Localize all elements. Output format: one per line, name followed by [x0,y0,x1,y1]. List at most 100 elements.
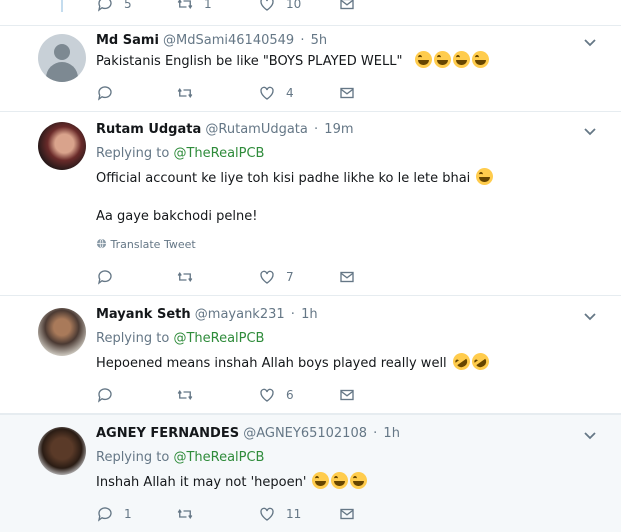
rofl-emoji [468,349,493,374]
chevron-down-icon[interactable] [583,36,597,50]
timestamp[interactable]: 19m [324,122,353,137]
retweet-button[interactable] [176,83,194,103]
retweet-icon [177,88,193,98]
tweet-header: Rutam Udgata @RutamUdgata · 19m [96,122,354,137]
joy-emoji [471,51,489,68]
retweet-icon [177,0,193,9]
tweet-actions: 6 [96,385,396,405]
like-button[interactable]: 6 [258,385,294,405]
replying-to: Replying to @TheRealPCB [96,146,265,161]
reply-button[interactable]: 1 [96,504,132,524]
like-count: 7 [286,270,294,284]
tweet[interactable]: Md Sami @MdSami46140549 · 5h Pakistanis … [0,26,621,112]
joy-emoji [331,472,349,489]
avatar[interactable] [38,34,86,82]
retweet-icon [177,272,193,282]
reply-icon [97,86,112,101]
replying-to: Replying to @TheRealPCB [96,450,265,465]
tweet[interactable]: AGNEY FERNANDES @AGNEY65102108 · 1h Repl… [0,414,621,532]
tweet-header: Mayank Seth @mayank231 · 1h [96,307,318,322]
timestamp[interactable]: 5h [311,33,328,48]
tweet-actions: 7 [96,267,396,287]
retweet-icon [177,390,193,400]
mention-link[interactable]: @TheRealPCB [173,450,264,465]
tweet-partial: 5 1 10 [0,0,621,26]
heart-icon [260,507,274,521]
globe-icon [96,238,107,249]
joy-emoji [312,472,330,489]
display-name[interactable]: Md Sami [96,33,159,48]
tweet-text: Hepoened means inshah Allah boys played … [96,349,493,374]
mail-icon [340,0,354,10]
reply-icon [97,270,112,285]
user-handle[interactable]: @AGNEY65102108 [243,426,367,441]
reply-icon [97,507,112,522]
timestamp[interactable]: 1h [301,307,318,322]
tweet-actions: 4 [96,83,396,103]
like-count: 6 [286,388,294,402]
reply-icon [97,0,112,12]
joy-emoji [433,51,451,68]
like-button[interactable]: 11 [258,504,301,524]
tweet-text: Pakistanis English be like "BOYS PLAYED … [96,51,489,71]
reply-count: 1 [124,507,132,521]
heart-icon [260,86,274,100]
mention-link[interactable]: @TheRealPCB [173,146,264,161]
heart-icon [260,388,274,402]
avatar[interactable] [38,308,86,356]
mail-icon [340,87,354,99]
display-name[interactable]: Mayank Seth [96,307,191,322]
like-count: 11 [286,507,302,521]
reply-count: 5 [124,0,132,11]
reply-button[interactable] [96,83,114,103]
tweet-text: Inshah Allah it may not 'hepoen' [96,472,368,492]
reply-button[interactable]: 5 [96,0,132,14]
retweet-button[interactable] [176,504,194,524]
joy-emoji [414,51,432,68]
like-button[interactable]: 4 [258,83,294,103]
display-name[interactable]: Rutam Udgata [96,122,201,137]
user-handle[interactable]: @mayank231 [195,307,285,322]
avatar[interactable] [38,427,86,475]
timestamp[interactable]: 1h [383,426,400,441]
tweet-actions: 1 11 [96,504,396,524]
translate-tweet[interactable]: Translate Tweet [96,238,196,251]
like-count: 4 [286,86,294,100]
dm-button[interactable] [338,385,356,405]
reply-button[interactable] [96,385,114,405]
retweet-button[interactable]: 1 [176,0,212,14]
joy-emoji [350,472,368,489]
chevron-down-icon[interactable] [583,429,597,443]
retweet-button[interactable] [176,385,194,405]
tweet[interactable]: Mayank Seth @mayank231 · 1h Replying to … [0,296,621,414]
chevron-down-icon[interactable] [583,125,597,139]
mail-icon [340,508,354,520]
joy-emoji [476,168,494,185]
mail-icon [340,271,354,283]
tweet-header: AGNEY FERNANDES @AGNEY65102108 · 1h [96,426,400,441]
like-button[interactable]: 10 [258,0,301,14]
display-name[interactable]: AGNEY FERNANDES [96,426,239,441]
tweet-actions: 5 1 10 [96,0,396,14]
tweet-text-line-2: Aa gaye bakchodi pelne! [96,209,258,224]
reply-button[interactable] [96,267,114,287]
replying-to: Replying to @TheRealPCB [96,331,265,346]
dm-button[interactable] [338,504,356,524]
like-count: 10 [286,0,302,11]
dm-button[interactable] [338,0,356,14]
retweet-count: 1 [204,0,212,11]
like-button[interactable]: 7 [258,267,294,287]
joy-emoji [452,51,470,68]
tweet-text: Official account ke liye toh kisi padhe … [96,168,494,188]
user-handle[interactable]: @RutamUdgata [205,122,307,137]
chevron-down-icon[interactable] [583,310,597,324]
tweet[interactable]: Rutam Udgata @RutamUdgata · 19m Replying… [0,112,621,296]
avatar[interactable] [38,122,86,170]
mention-link[interactable]: @TheRealPCB [173,331,264,346]
dm-button[interactable] [338,267,356,287]
heart-icon [260,270,274,284]
user-handle[interactable]: @MdSami46140549 [163,33,294,48]
dm-button[interactable] [338,83,356,103]
retweet-button[interactable] [176,267,194,287]
mail-icon [340,389,354,401]
